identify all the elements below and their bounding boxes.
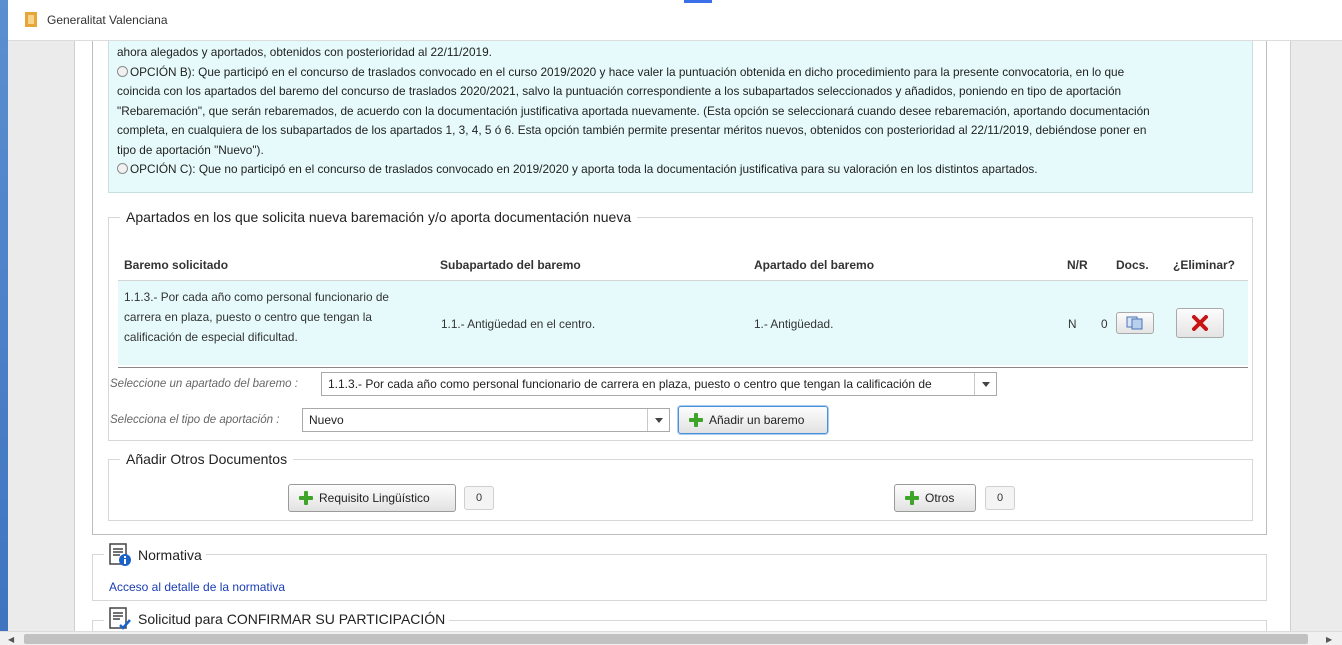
tipo-select[interactable]: Nuevo xyxy=(302,408,670,432)
header-eliminar: ¿Eliminar? xyxy=(1173,258,1236,272)
plus-icon xyxy=(905,491,919,505)
requisito-linguistico-button[interactable]: Requisito Lingüístico xyxy=(288,484,456,512)
option-b-text-3: "Rebaremación", que serán rebaremados, d… xyxy=(117,103,1150,118)
docs-count: 0 xyxy=(1101,317,1108,331)
plus-icon xyxy=(299,491,313,505)
cell-apartado: 1.- Antigüedad. xyxy=(754,317,834,331)
normativa-title: Normativa xyxy=(138,547,202,563)
window-title-bar: Generalitat Valenciana xyxy=(8,0,1342,41)
desktop-edge xyxy=(0,0,8,645)
tipo-select-value: Nuevo xyxy=(309,413,344,427)
table-separator xyxy=(118,367,1248,368)
cell-baremo-line: carrera en plaza, puesto o centro que te… xyxy=(124,310,372,324)
select-tipo-label: Selecciona el tipo de aportación : xyxy=(110,414,280,426)
option-b-text-4: completa, en cualquiera de los subaparta… xyxy=(117,123,1147,137)
docs-button[interactable] xyxy=(1116,312,1154,334)
option-b-radio[interactable] xyxy=(117,65,128,77)
documents-icon xyxy=(1126,316,1143,330)
header-subapartado: Subapartado del baremo xyxy=(440,258,581,272)
header-docs: Docs. xyxy=(1116,258,1149,272)
option-b-text-5: tipo de aportación "Nuevo"). xyxy=(117,142,264,157)
title-accent xyxy=(684,0,712,3)
options-box: ahora alegados y aportados, obtenidos co… xyxy=(108,41,1253,193)
header-nr: N/R xyxy=(1067,258,1088,272)
option-b-text-2: coincida con los apartados del baremo de… xyxy=(117,84,1122,98)
window-title: Generalitat Valenciana xyxy=(47,13,168,27)
cell-baremo-line: calificación de especial dificultad. xyxy=(124,330,298,344)
cell-nr: N xyxy=(1068,317,1077,331)
chevron-down-icon xyxy=(974,373,996,395)
option-b: OPCIÓN B): Que participó en el concurso … xyxy=(117,63,1244,83)
scroll-left-icon[interactable]: ◀ xyxy=(8,635,14,644)
normativa-legend: Normativa xyxy=(104,543,206,567)
normativa-link[interactable]: Acceso al detalle de la normativa xyxy=(109,580,285,594)
confirmar-legend: Solicitud para CONFIRMAR SU PARTICIPACIÓ… xyxy=(104,607,450,631)
info-document-icon xyxy=(109,543,131,566)
cell-baremo-line: 1.1.3.- Por cada año como personal funci… xyxy=(124,290,389,304)
option-c-text: OPCIÓN C): Que no participó en el concur… xyxy=(130,162,1038,176)
confirmar-title: Solicitud para CONFIRMAR SU PARTICIPACIÓ… xyxy=(138,611,446,627)
baremo-legend: Apartados en los que solicita nueva bare… xyxy=(120,209,638,225)
cell-subapartado: 1.1.- Antigüedad en el centro. xyxy=(441,317,596,331)
otros-legend: Añadir Otros Documentos xyxy=(120,451,294,467)
check-document-icon xyxy=(109,607,131,630)
add-baremo-button[interactable]: Añadir un baremo xyxy=(678,406,828,434)
add-baremo-label: Añadir un baremo xyxy=(709,413,805,427)
page-area: ahora alegados y aportados, obtenidos co… xyxy=(8,41,1342,640)
otros-count: 0 xyxy=(985,486,1015,510)
header-apartado: Apartado del baremo xyxy=(754,258,875,272)
horizontal-scrollbar[interactable]: ◀ ▶ xyxy=(0,631,1342,645)
scroll-right-icon[interactable]: ▶ xyxy=(1326,635,1332,644)
otros-fieldset xyxy=(108,459,1253,521)
delete-button[interactable] xyxy=(1176,308,1224,338)
requisito-count: 0 xyxy=(464,486,494,510)
option-c: OPCIÓN C): Que no participó en el concur… xyxy=(117,160,1244,180)
app-icon xyxy=(25,12,37,27)
header-baremo: Baremo solicitado xyxy=(124,258,229,272)
otros-label: Otros xyxy=(925,491,955,505)
apartado-select[interactable]: 1.1.3.- Por cada año como personal funci… xyxy=(321,372,997,396)
table-row: 1.1.3.- Por cada año como personal funci… xyxy=(118,281,1248,365)
chevron-down-icon xyxy=(647,409,669,431)
baremo-table-header: Baremo solicitado Subapartado del baremo… xyxy=(118,247,1248,281)
apartado-select-value: 1.1.3.- Por cada año como personal funci… xyxy=(328,377,932,391)
delete-x-icon xyxy=(1192,315,1208,331)
option-a-tail: ahora alegados y aportados, obtenidos co… xyxy=(117,45,492,59)
requisito-label: Requisito Lingüístico xyxy=(319,491,430,505)
option-c-radio[interactable] xyxy=(117,163,128,174)
option-b-text-1: OPCIÓN B): Que participó en el concurso … xyxy=(130,64,1125,79)
scrollbar-thumb[interactable] xyxy=(24,634,1308,644)
select-apartado-label: Seleccione un apartado del baremo : xyxy=(110,378,298,390)
otros-button[interactable]: Otros xyxy=(894,484,976,512)
plus-icon xyxy=(689,413,703,427)
cell-baremo: 1.1.3.- Por cada año como personal funci… xyxy=(124,287,424,347)
